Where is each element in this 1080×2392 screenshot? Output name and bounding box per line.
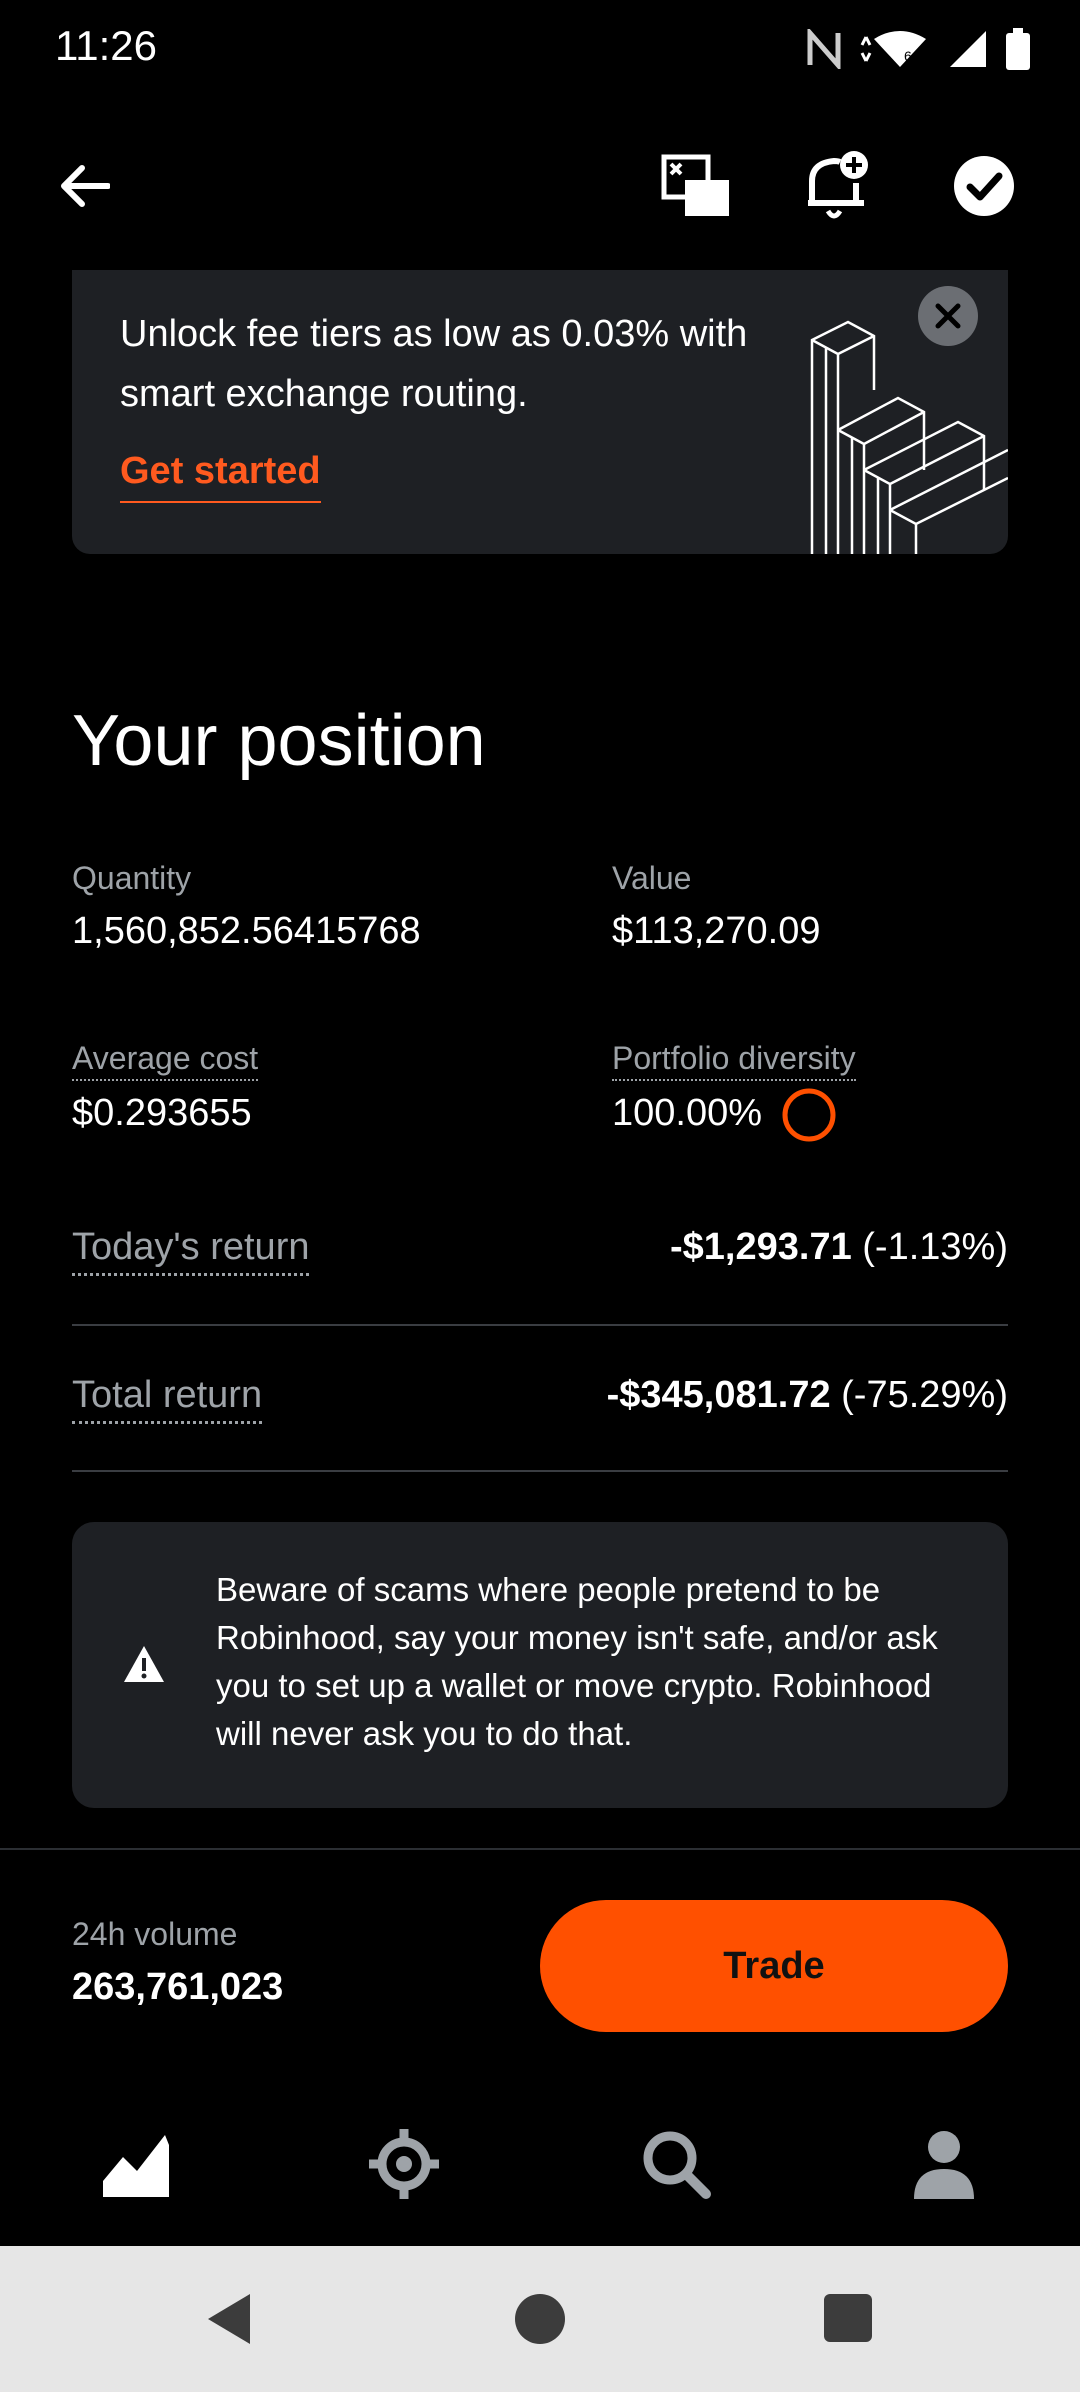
quantity-value: 1,560,852.56415768 xyxy=(72,910,421,952)
promo-text: Unlock fee tiers as low as 0.03% with sm… xyxy=(120,313,748,415)
get-started-link[interactable]: Get started xyxy=(120,450,321,503)
total-return-label[interactable]: Total return xyxy=(72,1374,263,1424)
total-return-percent: (-75.29%) xyxy=(841,1374,1008,1416)
value-value: $113,270.09 xyxy=(612,910,821,952)
scam-warning-card: Beware of scams where people pretend to … xyxy=(72,1522,1008,1808)
nav-home[interactable] xyxy=(76,2104,196,2224)
nav-account[interactable] xyxy=(884,2104,1004,2224)
total-return-amount: -$345,081.72 xyxy=(606,1374,831,1416)
total-return-value: -$345,081.72 (-75.29%) xyxy=(607,1374,1008,1417)
todays-return-value: -$1,293.71 (-1.13%) xyxy=(670,1226,1008,1269)
divider xyxy=(72,1470,1008,1472)
add-alert-bell-icon xyxy=(808,151,868,219)
system-navigation-bar xyxy=(0,2246,1080,2392)
battery-icon xyxy=(1006,28,1030,70)
back-arrow-icon xyxy=(61,165,110,207)
stacked-bars-illustration-icon xyxy=(810,320,1008,554)
position-title: Your position xyxy=(72,701,486,781)
trade-button[interactable]: Trade xyxy=(540,1900,1008,2032)
volume-value: 263,761,023 xyxy=(72,1966,284,2008)
divider xyxy=(72,1324,1008,1326)
todays-return-label[interactable]: Today's return xyxy=(72,1226,310,1276)
nav-crypto[interactable] xyxy=(344,2104,464,2224)
bottom-bar-separator xyxy=(0,1848,1080,1850)
scam-warning-text: Beware of scams where people pretend to … xyxy=(216,1571,938,1752)
person-icon xyxy=(914,2131,974,2199)
screen-capture-icon xyxy=(661,154,729,216)
wifi-icon: 6 xyxy=(860,31,926,67)
watchlist-check-button[interactable] xyxy=(944,146,1024,226)
nav-search[interactable] xyxy=(616,2104,736,2224)
promo-close-button[interactable] xyxy=(918,286,978,346)
system-back-icon[interactable] xyxy=(204,2292,254,2346)
system-recents-icon[interactable] xyxy=(824,2294,872,2342)
warning-triangle-icon xyxy=(124,1646,164,1682)
chart-line-icon xyxy=(101,2131,169,2197)
quantity-label: Quantity xyxy=(72,860,192,896)
add-alert-button[interactable] xyxy=(796,146,876,226)
nfc-icon xyxy=(807,29,841,69)
screen-capture-button[interactable] xyxy=(656,146,736,226)
average-cost-value: $0.293655 xyxy=(72,1092,252,1134)
close-icon xyxy=(935,303,961,329)
portfolio-diversity-value: 100.00% xyxy=(612,1092,763,1134)
status-icons: 6 xyxy=(806,28,1030,70)
status-time: 11:26 xyxy=(55,22,157,69)
todays-return-amount: -$1,293.71 xyxy=(670,1226,852,1268)
back-button[interactable] xyxy=(44,146,124,226)
diversity-ring-icon xyxy=(782,1088,836,1142)
value-label: Value xyxy=(612,860,692,896)
crypto-gear-icon xyxy=(369,2129,439,2199)
portfolio-diversity-label[interactable]: Portfolio diversity xyxy=(612,1040,856,1081)
check-circle-icon xyxy=(954,156,1014,216)
signal-icon xyxy=(950,31,986,67)
volume-label: 24h volume xyxy=(72,1916,238,1952)
svg-text:6: 6 xyxy=(904,48,912,64)
promo-card: Unlock fee tiers as low as 0.03% with sm… xyxy=(72,270,1008,554)
system-home-icon[interactable] xyxy=(513,2292,567,2346)
search-icon xyxy=(643,2131,711,2199)
todays-return-percent: (-1.13%) xyxy=(862,1226,1008,1268)
average-cost-label[interactable]: Average cost xyxy=(72,1040,259,1081)
